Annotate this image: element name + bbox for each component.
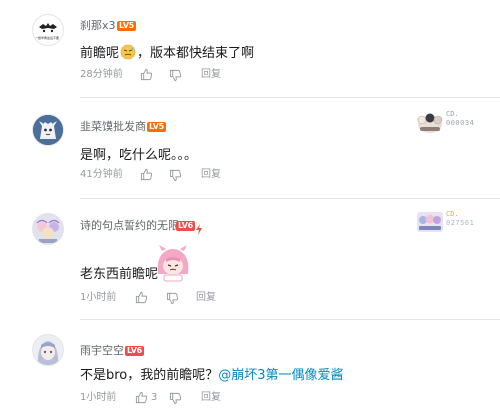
dislike-icon[interactable] xyxy=(169,392,182,405)
fan-badge-icon xyxy=(417,113,443,133)
username[interactable]: 雨宇空空 xyxy=(80,344,124,358)
reply-button[interactable]: 回复 xyxy=(201,168,221,182)
avatar[interactable] xyxy=(32,213,64,245)
avatar[interactable] xyxy=(32,114,64,146)
fan-badge-label: CD. xyxy=(446,210,459,218)
username[interactable]: 刹那x3 xyxy=(80,19,116,33)
divider xyxy=(80,97,500,98)
avatar-caption: 一根羊角最后不要 xyxy=(35,36,60,40)
comment-text: 不是bro，我的前瞻呢？@崩坏3第一偶像爱酱 xyxy=(80,367,344,385)
fan-badge: CD. 000034 xyxy=(416,108,496,136)
comment-item: 韭菜馍批发商 LV5 CD. 000034 是啊，吃什么呢。。。 41分钟前 回… xyxy=(0,100,500,200)
reply-button[interactable]: 回复 xyxy=(201,391,221,405)
comment-item: 雨宇空空 LV6 不是bro，我的前瞻呢？@崩坏3第一偶像爱酱 1小时前 3 回… xyxy=(0,320,500,415)
dislike-icon[interactable] xyxy=(169,169,182,182)
dislike-icon[interactable] xyxy=(169,69,182,82)
like-icon[interactable] xyxy=(135,291,148,304)
like-icon[interactable] xyxy=(140,68,153,81)
reply-button[interactable]: 回复 xyxy=(196,291,216,305)
fan-badge-number: 000034 xyxy=(446,119,475,127)
comment-item: 诗的句点誓约的无限 LV6 CD. 027561 老东西前瞻呢 1小时前 回复 xyxy=(0,200,500,320)
comment-text-part: 前瞻呢 xyxy=(80,46,120,61)
fan-badge-label: CD. xyxy=(446,110,459,118)
comment-meta: 28分钟前 回复 xyxy=(80,68,380,82)
timestamp: 41分钟前 xyxy=(80,169,123,180)
divider xyxy=(80,198,500,199)
comment-meta: 1小时前 回复 xyxy=(80,291,380,305)
avatar-image xyxy=(33,115,63,145)
level-badge: LV6 xyxy=(176,221,195,231)
timestamp: 28分钟前 xyxy=(80,69,123,80)
avatar-image xyxy=(33,214,63,244)
like-icon[interactable] xyxy=(140,168,153,181)
fan-badge-icon xyxy=(417,212,443,232)
level-badge: LV6 xyxy=(125,346,144,356)
comment-meta: 1小时前 3 回复 xyxy=(80,391,380,405)
comment-meta: 41分钟前 回复 xyxy=(80,168,380,182)
comment-item: 一根羊角最后不要 刹那x3 LV5 前瞻呢 ，版本都快结束了啊 28分钟前 回复 xyxy=(0,0,500,100)
timestamp: 1小时前 xyxy=(80,292,117,303)
comment-text-part: 不是bro，我的前瞻呢？ xyxy=(80,368,219,383)
like-icon[interactable] xyxy=(135,391,148,404)
like-count: 3 xyxy=(151,392,158,403)
sweat-emoji-icon xyxy=(120,44,136,60)
comment-text: 是啊，吃什么呢。。。 xyxy=(80,148,198,163)
reply-button[interactable]: 回复 xyxy=(201,68,221,82)
fan-badge: CD. 027561 xyxy=(416,208,496,236)
username[interactable]: 韭菜馍批发商 xyxy=(80,120,146,134)
username[interactable]: 诗的句点誓约的无限 xyxy=(80,219,179,233)
avatar-image xyxy=(39,23,57,33)
comment-text: 前瞻呢 ，版本都快结束了啊 xyxy=(80,44,254,63)
level-badge: LV5 xyxy=(147,122,166,132)
fan-badge-number: 027561 xyxy=(446,219,475,227)
comment-text: 老东西前瞻呢 xyxy=(80,266,158,284)
sticker-image xyxy=(154,244,192,282)
avatar-image xyxy=(33,335,63,365)
lightning-icon xyxy=(196,220,202,235)
mention-link[interactable]: @崩坏3第一偶像爱酱 xyxy=(218,368,343,383)
avatar[interactable]: 一根羊角最后不要 xyxy=(32,14,64,46)
level-badge: LV5 xyxy=(117,21,136,31)
comment-text-part: 老东西前瞻呢 xyxy=(80,267,159,282)
timestamp: 1小时前 xyxy=(80,392,117,403)
dislike-icon[interactable] xyxy=(166,292,179,305)
comment-text-part: ，版本都快结束了啊 xyxy=(137,46,255,61)
avatar[interactable] xyxy=(32,334,64,366)
